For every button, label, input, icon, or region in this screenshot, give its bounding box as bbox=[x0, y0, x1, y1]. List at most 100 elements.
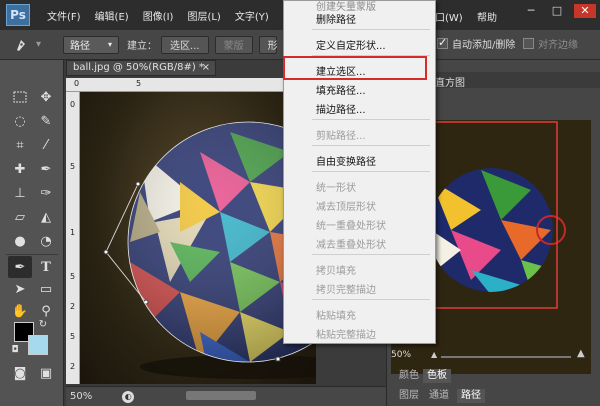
healing-brush-icon[interactable]: ✚ bbox=[8, 158, 32, 180]
menu-item-subtract-overlapping: 减去重叠处形状 bbox=[316, 240, 386, 251]
auto-add-delete-checkbox[interactable]: 自动添加/删除 bbox=[437, 36, 515, 51]
hand-icon[interactable]: ✋ bbox=[8, 300, 32, 322]
temari-ball-image bbox=[103, 121, 316, 379]
menu-item-define-custom-shape[interactable]: 定义自定形状... bbox=[316, 37, 386, 52]
path-context-menu: 创建矢量蒙版 删除路径 定义自定形状... 建立选区... 填充路径... 描边… bbox=[283, 0, 436, 344]
quick-select-icon[interactable]: ✎ bbox=[34, 110, 58, 132]
document-canvas[interactable] bbox=[80, 92, 316, 384]
menu-item-unite-overlapping: 统一重叠处形状 bbox=[316, 221, 386, 232]
clone-stamp-icon[interactable]: ⊥ bbox=[8, 182, 32, 204]
menu-item-paste-stroke: 粘贴完整描边 bbox=[316, 330, 376, 341]
close-icon[interactable]: ✕ bbox=[574, 4, 596, 18]
window-controls: ─ □ ✕ bbox=[522, 4, 596, 18]
document-tab[interactable]: ball.jpg @ 50%(RGB/8#) * × bbox=[66, 60, 216, 76]
navigator-zoom-slider[interactable] bbox=[441, 356, 571, 358]
menu-separator bbox=[312, 254, 430, 255]
type-icon[interactable]: T bbox=[34, 256, 58, 278]
menu-help[interactable]: 帮助 bbox=[470, 9, 504, 24]
tab-close-icon[interactable]: × bbox=[202, 61, 210, 75]
zoom-in-icon[interactable]: ▲ bbox=[577, 348, 585, 359]
quick-mask-icon[interactable]: ◙ bbox=[8, 362, 32, 384]
menu-item-paste-fill: 粘贴填充 bbox=[316, 311, 356, 322]
tab-layers[interactable]: 图层 bbox=[395, 389, 423, 403]
menu-file[interactable]: 文件(F) bbox=[40, 8, 88, 23]
horizontal-scrollbar[interactable] bbox=[186, 391, 256, 400]
make-label: 建立： bbox=[127, 41, 158, 52]
menu-item-fill-path[interactable]: 填充路径... bbox=[316, 82, 366, 97]
menu-item-unite-shapes: 统一形状 bbox=[316, 183, 356, 194]
ruler-tick-label: 2 bbox=[70, 302, 76, 311]
align-edges-checkbox[interactable]: 对齐边缘 bbox=[523, 36, 578, 51]
eraser-icon[interactable]: ▱ bbox=[8, 206, 32, 228]
screen-mode-icon[interactable]: ▣ bbox=[34, 362, 58, 384]
checkbox-checked-icon bbox=[437, 36, 448, 49]
make-selection-button[interactable]: 选区... bbox=[161, 35, 209, 54]
brush-icon[interactable]: ✒ bbox=[34, 158, 58, 180]
mode-dropdown-value: 路径 bbox=[70, 41, 91, 52]
tab-swatches[interactable]: 色板 bbox=[423, 369, 451, 383]
ruler-tick-label: 0 bbox=[74, 79, 80, 88]
menu-type[interactable]: 文字(Y) bbox=[228, 8, 276, 23]
eyedropper-icon[interactable]: ⁄ bbox=[34, 134, 58, 156]
tab-channels[interactable]: 通道 bbox=[425, 389, 453, 403]
menu-item-stroke-path[interactable]: 描边路径... bbox=[316, 101, 366, 116]
ruler-tick-label: 0 bbox=[70, 100, 76, 109]
shape-button[interactable]: 形 bbox=[258, 35, 278, 54]
menu-item-copy-fill: 拷贝填充 bbox=[316, 266, 356, 277]
ruler-tick-label: 5 bbox=[70, 272, 76, 281]
align-edges-label: 对齐边缘 bbox=[538, 40, 578, 51]
tool-divider bbox=[6, 254, 58, 255]
menu-item-subtract-front-shape: 减去顶层形状 bbox=[316, 202, 376, 213]
navigator-zoom[interactable]: 50% bbox=[391, 350, 411, 360]
ruler-tick-label: 1 bbox=[70, 228, 76, 237]
ruler-horizontal: 0 5 bbox=[66, 78, 316, 92]
checkbox-icon bbox=[523, 38, 534, 49]
toolbox: ✥ ◌ ✎ ⌗ ⁄ ✚ ✒ ⊥ ✑ ▱ ◭ ● ◔ ✒ T ➤ ▭ ✋ ⚲ ↻ … bbox=[0, 60, 64, 406]
auto-add-delete-label: 自动添加/删除 bbox=[452, 40, 516, 51]
pen-icon[interactable]: ✒ bbox=[8, 256, 32, 278]
rectangular-marquee-icon[interactable] bbox=[8, 86, 32, 108]
minimize-icon[interactable]: ─ bbox=[522, 4, 540, 18]
ruler-tick-label: 5 bbox=[70, 332, 76, 341]
ruler-vertical: 0 5 1 5 2 5 2 bbox=[66, 92, 80, 384]
move-icon[interactable]: ✥ bbox=[34, 86, 58, 108]
menu-separator bbox=[312, 119, 430, 120]
chevron-down-icon: ▾ bbox=[108, 40, 113, 49]
crop-icon[interactable]: ⌗ bbox=[8, 134, 32, 156]
shape-icon[interactable]: ▭ bbox=[34, 278, 58, 300]
mode-dropdown[interactable]: 路径 ▾ bbox=[63, 35, 120, 54]
pen-icon[interactable] bbox=[10, 37, 34, 53]
ruler-tick-label: 2 bbox=[70, 362, 76, 371]
paint-bucket-icon[interactable]: ◭ bbox=[34, 206, 58, 228]
menu-item-free-transform-path[interactable]: 自由变换路径 bbox=[316, 153, 376, 168]
maximize-icon[interactable]: □ bbox=[548, 4, 566, 18]
menu-separator bbox=[312, 299, 430, 300]
zoom-out-icon[interactable]: ▲ bbox=[431, 350, 437, 359]
swap-colors-icon[interactable]: ↻ bbox=[36, 318, 50, 330]
blur-icon[interactable]: ● bbox=[8, 230, 32, 252]
photoshop-window: Ps 文件(F) 编辑(E) 图像(I) 图层(L) 文字(Y) 窗口(W) 帮… bbox=[0, 0, 600, 406]
highlight-annotation-box bbox=[283, 56, 427, 80]
menu-item-delete-path[interactable]: 删除路径 bbox=[316, 11, 356, 26]
background-color-swatch[interactable] bbox=[28, 335, 48, 355]
navigator-title[interactable]: 直方图 bbox=[435, 74, 465, 89]
ruler-tick-label: 5 bbox=[136, 79, 142, 88]
menu-separator bbox=[312, 145, 430, 146]
status-info-icon[interactable]: ◐ bbox=[122, 390, 135, 403]
dodge-icon[interactable]: ◔ bbox=[34, 230, 58, 252]
document-tab-title: ball.jpg @ 50%(RGB/8#) * bbox=[73, 62, 204, 73]
menu-item-copy-stroke: 拷贝完整描边 bbox=[316, 285, 376, 296]
tab-paths[interactable]: 路径 bbox=[457, 389, 485, 403]
zoom-level[interactable]: 50% bbox=[70, 391, 92, 402]
menu-edit[interactable]: 编辑(E) bbox=[88, 8, 136, 23]
ruler-tick-label: 5 bbox=[70, 162, 76, 171]
menu-image[interactable]: 图像(I) bbox=[136, 8, 181, 23]
menu-separator bbox=[312, 29, 430, 30]
history-brush-icon[interactable]: ✑ bbox=[34, 182, 58, 204]
menu-layer[interactable]: 图层(L) bbox=[180, 8, 227, 23]
tab-color[interactable]: 颜色 bbox=[395, 369, 423, 383]
mask-button[interactable]: 蒙版 bbox=[214, 35, 253, 54]
lasso-icon[interactable]: ◌ bbox=[8, 110, 32, 132]
default-colors-icon[interactable]: ◘ bbox=[8, 344, 22, 356]
path-select-icon[interactable]: ➤ bbox=[8, 278, 32, 300]
